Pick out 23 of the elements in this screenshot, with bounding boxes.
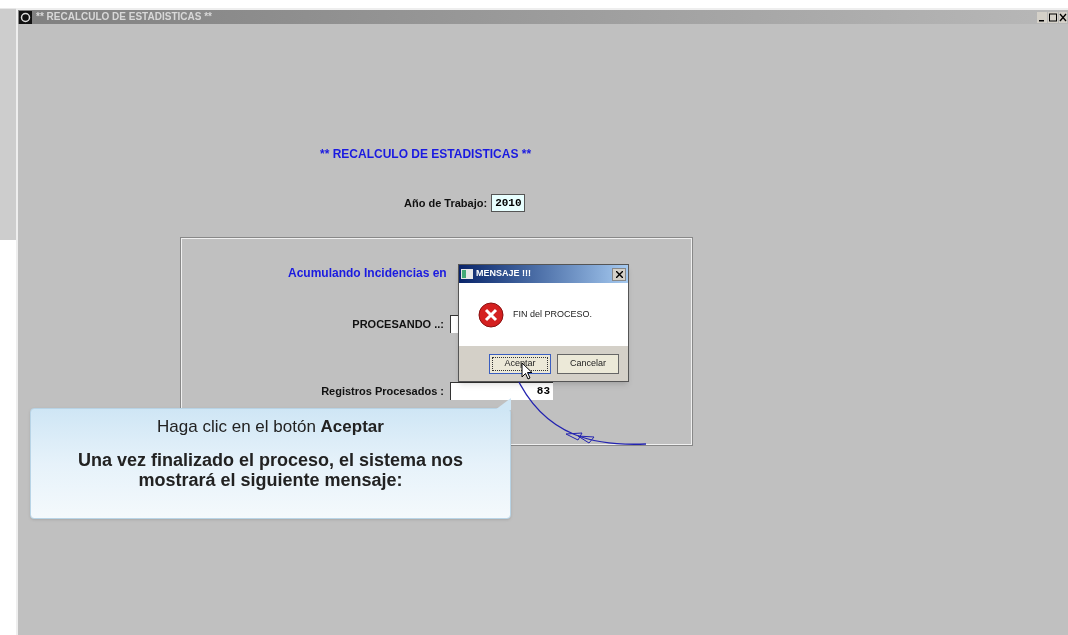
field-label: Año de Trabajo: <box>404 195 488 211</box>
window-title: ** RECALCULO DE ESTADISTICAS ** <box>36 12 212 22</box>
close-button[interactable] <box>612 267 626 281</box>
group-title: Acumulando Incidencias en <box>288 265 447 282</box>
callout-tail <box>495 398 511 410</box>
window-icon <box>461 269 473 279</box>
close-icon <box>615 270 623 278</box>
error-icon <box>478 301 504 328</box>
dialog-button[interactable]: Aceptar <box>489 354 551 374</box>
callout-instruction: Haga clic en el botón Aceptar <box>157 416 384 438</box>
dialog-title: MENSAJE !!! <box>476 267 531 281</box>
field-label: PROCESANDO ..: <box>351 316 444 332</box>
field-label: Registros Procesados : <box>320 383 444 399</box>
maximize-icon[interactable] <box>1048 11 1058 23</box>
input-field[interactable]: 83 <box>450 382 553 400</box>
app-icon <box>19 10 32 24</box>
close-icon[interactable] <box>1059 11 1067 23</box>
form-heading: ** RECALCULO DE ESTADISTICAS ** <box>320 146 533 163</box>
dialog-message: FIN del PROCESO. <box>513 307 593 321</box>
dialog-button[interactable]: Cancelar <box>557 354 619 374</box>
year-field[interactable]: 2010 <box>491 194 526 212</box>
minimize-icon[interactable] <box>1037 11 1047 23</box>
callout-description: Una vez finalizado el proceso, el sistema nos mostrará el siguiente mensaje: <box>76 449 465 490</box>
